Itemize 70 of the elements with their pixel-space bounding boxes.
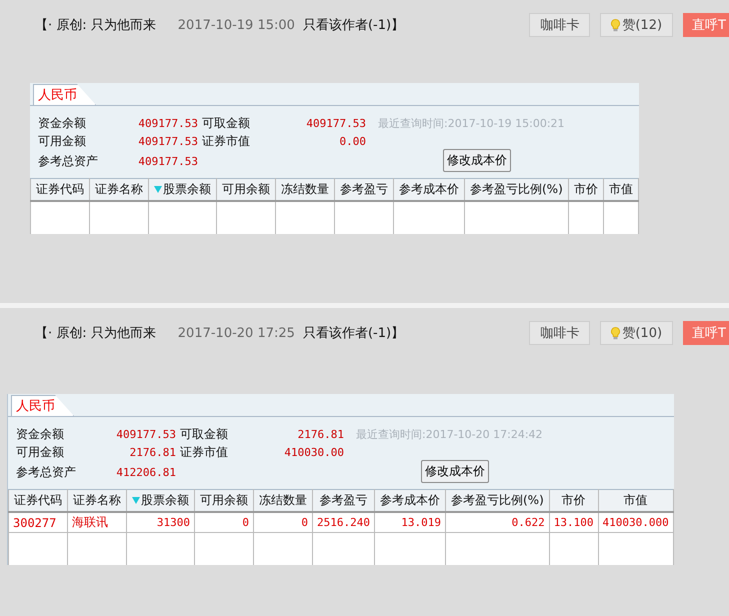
- table-cell: 0: [254, 512, 312, 532]
- field-label: 可用金额: [38, 132, 87, 150]
- field-value: 409177.53: [137, 134, 198, 148]
- field-label: 参考总资产: [38, 152, 99, 170]
- query-time: 最近查询时间:2017-10-19 15:00:21: [377, 116, 566, 130]
- table-cell: 13.019: [374, 512, 446, 532]
- column-header[interactable]: 参考盈亏: [334, 178, 394, 201]
- column-header[interactable]: 证券名称: [90, 178, 148, 201]
- coffee-card-button[interactable]: 咖啡卡: [529, 13, 590, 37]
- column-header[interactable]: 参考成本价: [374, 490, 446, 512]
- column-header[interactable]: 参考盈亏比例(%): [464, 178, 568, 201]
- like-button[interactable]: 赞(10): [600, 321, 674, 345]
- field-label: 证券市值: [180, 444, 229, 460]
- field-label: 可取金额: [202, 114, 251, 132]
- field-value: 409177.53: [137, 116, 198, 130]
- post-time: 2017-10-20 17:25: [178, 326, 295, 340]
- edit-cost-button[interactable]: 修改成本价: [421, 460, 489, 483]
- column-header[interactable]: 股票余额: [148, 178, 216, 201]
- table-cell: 0: [194, 512, 254, 532]
- column-header[interactable]: 股票余额: [126, 490, 194, 512]
- field-value: 410030.00: [283, 446, 344, 458]
- post-time: 2017-10-19 15:00: [178, 18, 295, 32]
- field-value: 409177.53: [305, 116, 366, 130]
- table-cell: 0.622: [445, 512, 550, 532]
- post-title: 【· 原创: 只为他而来: [35, 17, 156, 34]
- field-label: 参考总资产: [16, 464, 77, 480]
- table-cell: 海联讯: [68, 512, 126, 532]
- field-label: 证券市值: [202, 132, 251, 150]
- field-value: 2176.81: [128, 446, 176, 458]
- field-value: 409177.53: [137, 154, 198, 168]
- field-label: 可用金额: [16, 444, 65, 460]
- table-cell: 410030.000: [598, 512, 674, 532]
- currency-tab[interactable]: 人民币: [11, 395, 74, 416]
- lightbulb-icon: [611, 326, 620, 340]
- lightbulb-icon: [611, 18, 620, 32]
- post-title: 【· 原创: 只为他而来: [35, 325, 156, 342]
- coffee-card-button[interactable]: 咖啡卡: [529, 321, 590, 345]
- column-header[interactable]: 可用余额: [194, 490, 254, 512]
- field-label: 资金余额: [16, 426, 65, 442]
- field-value: 409177.53: [115, 428, 176, 440]
- column-header[interactable]: 市值: [603, 178, 638, 201]
- field-value: 412206.81: [115, 466, 176, 478]
- column-header[interactable]: 市价: [549, 490, 598, 512]
- column-header[interactable]: 证券名称: [68, 490, 126, 512]
- field-value: 2176.81: [296, 428, 344, 440]
- like-button[interactable]: 赞(12): [600, 13, 674, 37]
- sort-icon: [154, 186, 162, 193]
- table-cell: 300277: [8, 512, 68, 532]
- only-author-link[interactable]: 只看该作者(-1)】: [302, 16, 404, 34]
- currency-tab[interactable]: 人民币: [33, 84, 96, 105]
- column-header[interactable]: 参考盈亏: [312, 490, 374, 512]
- column-header[interactable]: 冻结数量: [254, 490, 312, 512]
- sort-icon: [132, 497, 140, 504]
- column-header[interactable]: 市值: [598, 490, 674, 512]
- column-header[interactable]: 证券代码: [30, 178, 90, 201]
- field-label: 可取金额: [180, 426, 229, 442]
- field-value: 0.00: [338, 134, 366, 148]
- table-cell: 13.100: [549, 512, 598, 532]
- query-time: 最近查询时间:2017-10-20 17:24:42: [355, 426, 544, 442]
- column-header[interactable]: 证券代码: [8, 490, 68, 512]
- table-cell: 2516.240: [312, 512, 374, 532]
- column-header[interactable]: 市价: [568, 178, 604, 201]
- column-header[interactable]: 参考盈亏比例(%): [445, 490, 550, 512]
- only-author-link[interactable]: 只看该作者(-1)】: [302, 324, 404, 342]
- field-label: 资金余额: [38, 114, 87, 132]
- column-header[interactable]: 参考成本价: [394, 178, 464, 201]
- table-cell: 31300: [126, 512, 194, 532]
- column-header[interactable]: 可用余额: [216, 178, 276, 201]
- column-header[interactable]: 冻结数量: [276, 178, 334, 201]
- edit-cost-button[interactable]: 修改成本价: [443, 149, 511, 172]
